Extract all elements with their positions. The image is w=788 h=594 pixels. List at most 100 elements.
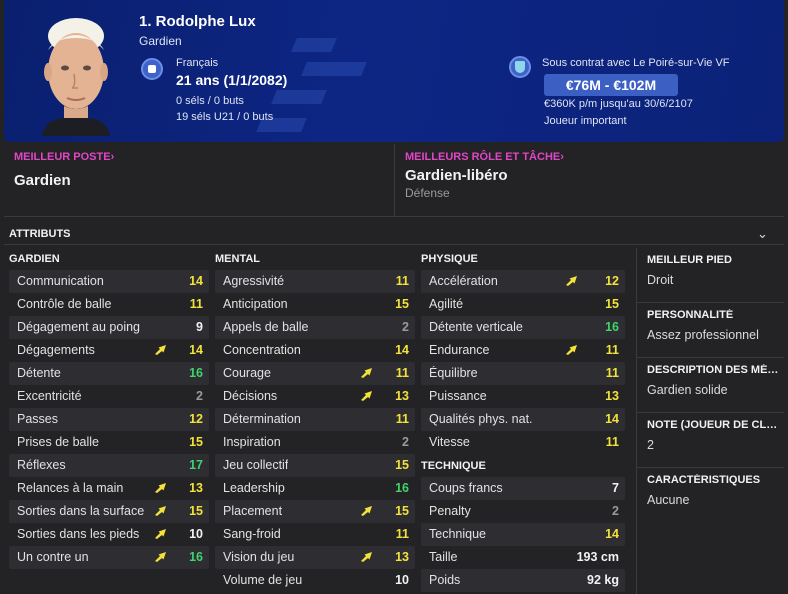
arrow-up-right-icon [361, 391, 372, 401]
attribute-row[interactable]: Détermination 11 [215, 408, 415, 431]
personality[interactable]: PERSONNALITÉ Assez professionnel [637, 303, 784, 358]
attribute-name: Agilité [429, 297, 464, 311]
attribute-row[interactable]: Contrôle de balle 11 [9, 293, 209, 316]
attribute-row[interactable]: Détente 16 [9, 362, 209, 385]
attribute-row[interactable]: Vision du jeu 13 [215, 546, 415, 569]
attribute-row[interactable]: Dégagements 14 [9, 339, 209, 362]
attribute-row[interactable]: Appels de balle 2 [215, 316, 415, 339]
attribute-value: 11 [395, 527, 409, 541]
attribute-row[interactable]: Leadership 16 [215, 477, 415, 500]
attribute-row[interactable]: Volume de jeu 10 [215, 569, 415, 592]
best-role-link[interactable]: MEILLEURS RÔLE ET TÂCHE› [405, 151, 564, 163]
attribute-value: 10 [395, 573, 409, 587]
attribute-row[interactable]: Équilibre 11 [421, 362, 625, 385]
attribute-name: Leadership [223, 481, 285, 495]
section-divider [4, 244, 784, 245]
nation-flag-icon[interactable] [141, 58, 163, 80]
attribute-value: 11 [605, 343, 619, 357]
attribute-name: Agressivité [223, 274, 285, 288]
attribute-name: Dégagement au poing [17, 320, 141, 334]
attribute-row[interactable]: Relances à la main 13 [9, 477, 209, 500]
best-position-value: Gardien [14, 172, 71, 189]
attribute-name: Détente [17, 366, 61, 380]
attribute-value: 92 kg [587, 573, 619, 587]
attribute-row[interactable]: Un contre un 16 [9, 546, 209, 569]
club-crest-icon[interactable] [509, 56, 531, 78]
attribute-value: 12 [605, 274, 619, 288]
side-label: PERSONNALITÉ [647, 309, 734, 321]
attribute-row[interactable]: Poids 92 kg [421, 569, 625, 592]
attribute-row[interactable]: Puissance 13 [421, 385, 625, 408]
attribute-name: Sang-froid [223, 527, 281, 541]
attribute-value: 12 [189, 412, 203, 426]
attribute-value: 13 [395, 550, 409, 564]
media-description[interactable]: DESCRIPTION DES MÉDIAS Gardien solide [637, 358, 784, 413]
attribute-name: Un contre un [17, 550, 89, 564]
attribute-value: 14 [189, 343, 203, 357]
arrow-up-right-icon [155, 483, 166, 493]
chevron-right-icon: › [110, 151, 115, 163]
attribute-row[interactable]: Agressivité 11 [215, 270, 415, 293]
attribute-row[interactable]: Excentricité 2 [9, 385, 209, 408]
attribute-name: Dégagements [17, 343, 95, 357]
attribute-name: Jeu collectif [223, 458, 289, 472]
chevron-down-icon[interactable]: ⌄ [757, 226, 768, 242]
attribute-name: Vision du jeu [223, 550, 295, 564]
attribute-row[interactable]: Sorties dans la surface 15 [9, 500, 209, 523]
attribute-row[interactable]: Dégagement au poing 9 [9, 316, 209, 339]
attribute-name: Sorties dans la surface [17, 504, 145, 518]
attribute-row[interactable]: Courage 11 [215, 362, 415, 385]
attribute-value: 14 [395, 343, 409, 357]
attribute-row[interactable]: Endurance 11 [421, 339, 625, 362]
attribute-row[interactable]: Communication 14 [9, 270, 209, 293]
player-nationality[interactable]: Français [176, 57, 218, 69]
attribute-value: 2 [402, 435, 409, 449]
attribute-value: 11 [395, 274, 409, 288]
attribute-row[interactable]: Accélération 12 [421, 270, 625, 293]
attribute-row[interactable]: Jeu collectif 15 [215, 454, 415, 477]
attribute-name: Taille [429, 550, 458, 564]
attribute-row[interactable]: Qualités phys. nat. 14 [421, 408, 625, 431]
attribute-row[interactable]: Détente verticale 16 [421, 316, 625, 339]
attribute-row[interactable]: Sorties dans les pieds 10 [9, 523, 209, 546]
column-title: MENTAL [215, 253, 261, 265]
attribute-row[interactable]: Inspiration 2 [215, 431, 415, 454]
attribute-row[interactable]: Passes 12 [9, 408, 209, 431]
attribute-value: 15 [189, 504, 203, 518]
attribute-row[interactable]: Sang-froid 11 [215, 523, 415, 546]
best-position-link[interactable]: MEILLEUR POSTE› [14, 151, 114, 163]
attribute-name: Décisions [223, 389, 278, 403]
side-label: DESCRIPTION DES MÉDIAS [647, 364, 779, 376]
player-traits[interactable]: CARACTÉRISTIQUES Aucune [637, 468, 784, 523]
attribute-value: 193 cm [576, 550, 619, 564]
attribute-row[interactable]: Penalty 2 [421, 500, 625, 523]
attribute-name: Volume de jeu [223, 573, 303, 587]
player-info-sidebar: MEILLEUR PIED Droit PERSONNALITÉ Assez p… [636, 248, 784, 594]
attribute-row[interactable]: Coups francs 7 [421, 477, 625, 500]
arrow-up-right-icon [361, 552, 372, 562]
club-rating[interactable]: NOTE (JOUEUR DE CLUB) 2 [637, 413, 784, 468]
attribute-row[interactable]: Réflexes 17 [9, 454, 209, 477]
attribute-row[interactable]: Agilité 15 [421, 293, 625, 316]
attribute-row[interactable]: Taille 193 cm [421, 546, 625, 569]
attribute-row[interactable]: Concentration 14 [215, 339, 415, 362]
attribute-row[interactable]: Vitesse 11 [421, 431, 625, 454]
attribute-row[interactable]: Anticipation 15 [215, 293, 415, 316]
contract-club[interactable]: Sous contrat avec Le Poiré-sur-Vie VF [542, 57, 730, 69]
attribute-value: 15 [605, 297, 619, 311]
attribute-name: Coups francs [429, 481, 503, 495]
attribute-value: 15 [189, 435, 203, 449]
attribute-name: Détermination [223, 412, 301, 426]
side-value: Droit [647, 273, 674, 287]
attribute-value: 15 [395, 504, 409, 518]
attribute-name: Accélération [429, 274, 498, 288]
attribute-value: 11 [189, 297, 203, 311]
player-position: Gardien [139, 34, 182, 48]
attributes-column-goalkeeping: GARDIEN Communication 14 Contrôle de balle… [9, 251, 209, 569]
attribute-row[interactable]: Décisions 13 [215, 385, 415, 408]
attribute-name: Inspiration [223, 435, 281, 449]
attributes-column-physical: PHYSIQUE Accélération 12 Agilité 15 Détente … [421, 251, 625, 592]
attribute-row[interactable]: Technique 14 [421, 523, 625, 546]
attribute-row[interactable]: Prises de balle 15 [9, 431, 209, 454]
attribute-row[interactable]: Placement 15 [215, 500, 415, 523]
